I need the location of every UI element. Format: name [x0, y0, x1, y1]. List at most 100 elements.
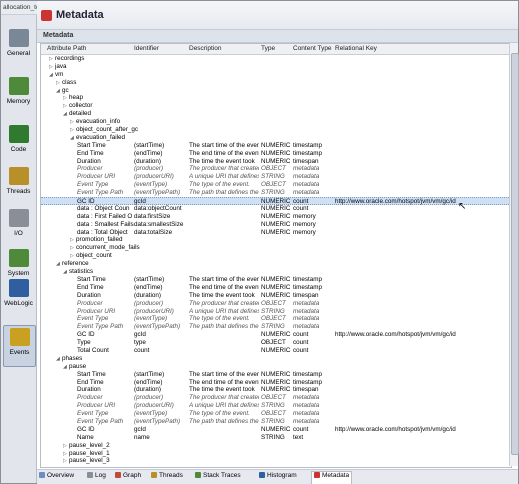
column-header-attribute-path[interactable]: Attribute Path — [47, 45, 86, 52]
sidebar-item-threads[interactable]: Threads — [3, 165, 34, 205]
table-row[interactable]: Start Time (startTime) The start time of t… — [41, 142, 511, 150]
table-row[interactable]: Event Type Path (eventTypePath) The path t… — [41, 418, 511, 426]
column-header-type[interactable]: Type — [261, 45, 275, 52]
table-row[interactable]: ◢ phases — [41, 355, 511, 363]
table-row[interactable]: GC ID gcId NUMERIC count http://www.oracle.c… — [41, 426, 511, 434]
sidebar: General Memory Code Threads I/O System WebLogi… — [1, 15, 37, 483]
table-row[interactable]: Producer URI (producerURI) A unique URI th… — [41, 308, 511, 316]
content-type-cell: count — [293, 346, 309, 354]
scrollbar-thumb[interactable] — [511, 53, 519, 455]
table-row[interactable]: ▷ recordings — [41, 55, 511, 63]
table-row[interactable]: Producer (producer) The producer that crea… — [41, 300, 511, 308]
sidebar-item-i-o[interactable]: I/O — [3, 207, 34, 247]
table-row[interactable]: data : Total Object data:totalSize NUMERIC… — [41, 229, 511, 237]
tab-stack-traces[interactable]: Stack Traces — [195, 472, 241, 482]
table-row[interactable]: End Time (endTime) The end time of the eve… — [41, 379, 511, 387]
table-row[interactable]: Event Type (eventType) The type of the eve… — [41, 181, 511, 189]
table-row[interactable]: ▷ pause_level_1 — [41, 450, 511, 458]
table-row[interactable]: ▷ object_count — [41, 252, 511, 260]
table-row[interactable]: Event Type (eventType) The type of the eve… — [41, 315, 511, 323]
description-cell: A unique URI that defines t... — [189, 402, 259, 410]
table-row[interactable]: ▷ promotion_failed — [41, 236, 511, 244]
table-row[interactable]: data : First Failed Odata:firstSize NUMER… — [41, 213, 511, 221]
table-row[interactable]: ▷ class — [41, 79, 511, 87]
collapsed-arrow-icon[interactable]: ▷ — [63, 458, 69, 466]
table-row[interactable]: ▷ collector — [41, 102, 511, 110]
identifier-cell: gcId — [134, 331, 146, 339]
table-header: Attribute Path Identifier Description Type C… — [41, 44, 511, 55]
content-type-cell: metadata — [293, 410, 320, 418]
table-row[interactable]: ◢ reference — [41, 260, 511, 268]
table-row[interactable]: Duration (duration) The time the event too… — [41, 158, 511, 166]
identifier-cell: (eventTypePath) — [134, 417, 181, 425]
sidebar-item-code[interactable]: Code — [3, 123, 34, 163]
table-row[interactable]: ◢ vm — [41, 71, 511, 79]
table-row[interactable]: Type type OBJECT count — [41, 339, 511, 347]
table-row[interactable]: Event Type Path (eventTypePath) The path t… — [41, 323, 511, 331]
identifier-cell: (duration) — [134, 291, 161, 299]
identifier-cell: (producerURI) — [134, 173, 174, 181]
table-row[interactable]: End Time (endTime) The end time of the eve… — [41, 150, 511, 158]
table-row[interactable]: End Time (endTime) The end time of the eve… — [41, 284, 511, 292]
tab-label: Overview — [47, 472, 75, 479]
table-row[interactable]: ◢ detailed — [41, 110, 511, 118]
column-header-relational-key[interactable]: Relational Key — [335, 45, 377, 52]
tab-label: Graph — [123, 472, 142, 479]
column-header-content-type[interactable]: Content Type — [293, 45, 332, 52]
relational-key-cell: http://www.oracle.com/hotspot/jvm/vm/gc/… — [335, 425, 456, 433]
table-row[interactable]: ▷ heap — [41, 94, 511, 102]
table-row[interactable]: ◢ pause — [41, 363, 511, 371]
tab-histogram[interactable]: Histogram — [259, 472, 297, 482]
attribute-path-cell: Producer URI — [77, 402, 116, 410]
table-row[interactable]: GC ID gcId NUMERIC count http://www.oracle.c… — [41, 331, 511, 339]
table-row[interactable]: Producer URI (producerURI) A unique URI th… — [41, 173, 511, 181]
sidebar-item-label: Events — [9, 349, 30, 356]
attribute-path-cell: Duration — [77, 386, 101, 394]
table-row[interactable]: Duration (duration) The time the event too… — [41, 292, 511, 300]
table-row[interactable]: Total Count count NUMERIC count — [41, 347, 511, 355]
tab-graph[interactable]: Graph — [115, 472, 141, 482]
tab-threads[interactable]: Threads — [151, 472, 183, 482]
table-row[interactable]: ◢ evacuation_failed — [41, 134, 511, 142]
table-row[interactable]: ▷ evacuation_info — [41, 118, 511, 126]
sidebar-item-events[interactable]: Events — [3, 325, 36, 367]
tab-overview[interactable]: Overview — [39, 472, 74, 482]
content-type-cell: count — [293, 339, 309, 347]
table-row[interactable]: GC ID gcId NUMERIC count http://www.oracle.c… — [41, 197, 511, 205]
identifier-cell: (endTime) — [134, 283, 163, 291]
table-row[interactable]: ▷ pause_level_2 — [41, 442, 511, 450]
attribute-path-cell: End Time — [77, 283, 104, 291]
table-row[interactable]: ▷ object_count_after_gc — [41, 126, 511, 134]
vertical-scrollbar[interactable] — [509, 43, 519, 466]
type-cell: NUMERIC — [261, 370, 291, 378]
table-row[interactable]: Producer URI (producerURI) A unique URI th… — [41, 402, 511, 410]
table-row[interactable]: Start Time (startTime) The start time of t… — [41, 276, 511, 284]
editor-tab[interactable]: allocation_to_tl — [1, 1, 46, 15]
table-row[interactable]: Start Time (startTime) The start time of t… — [41, 371, 511, 379]
table-row[interactable]: Duration (duration) The time the event too… — [41, 386, 511, 394]
type-cell: STRING — [261, 417, 285, 425]
column-header-description[interactable]: Description — [189, 45, 222, 52]
column-header-identifier[interactable]: Identifier — [134, 45, 159, 52]
table-row[interactable]: ◢ gc — [41, 87, 511, 95]
table-row[interactable]: ▷ java — [41, 63, 511, 71]
table-row[interactable]: Producer (producer) The producer that crea… — [41, 165, 511, 173]
tab-log[interactable]: Log — [87, 472, 106, 482]
type-cell: OBJECT — [261, 410, 286, 418]
sidebar-item-memory[interactable]: Memory — [3, 75, 34, 115]
content-type-cell: metadata — [293, 189, 320, 197]
table-row[interactable]: ▷ pause_level_3 — [41, 457, 511, 465]
table-row[interactable]: Event Type (eventType) The type of the eve… — [41, 410, 511, 418]
table-row[interactable]: ◢ statistics — [41, 268, 511, 276]
application-window: allocation_to_tl General Memory Code Thread… — [0, 0, 519, 484]
sidebar-item-general[interactable]: General — [3, 27, 34, 67]
table-row[interactable]: data : Object Coun data:objectCount NUMERI… — [41, 205, 511, 213]
table-row[interactable]: Event Type Path (eventTypePath) The path t… — [41, 189, 511, 197]
tab-metadata[interactable]: Metadata — [311, 471, 353, 484]
sidebar-item-weblogic[interactable]: WebLogic — [3, 277, 34, 317]
table-row[interactable]: data : Smallest Fails data:smallestSize NU… — [41, 221, 511, 229]
table-row[interactable]: Name name STRING text — [41, 434, 511, 442]
table-row[interactable]: Producer (producer) The producer that crea… — [41, 394, 511, 402]
content-type-cell: metadata — [293, 394, 320, 402]
table-row[interactable]: ▷ concurrent_mode_fails — [41, 244, 511, 252]
